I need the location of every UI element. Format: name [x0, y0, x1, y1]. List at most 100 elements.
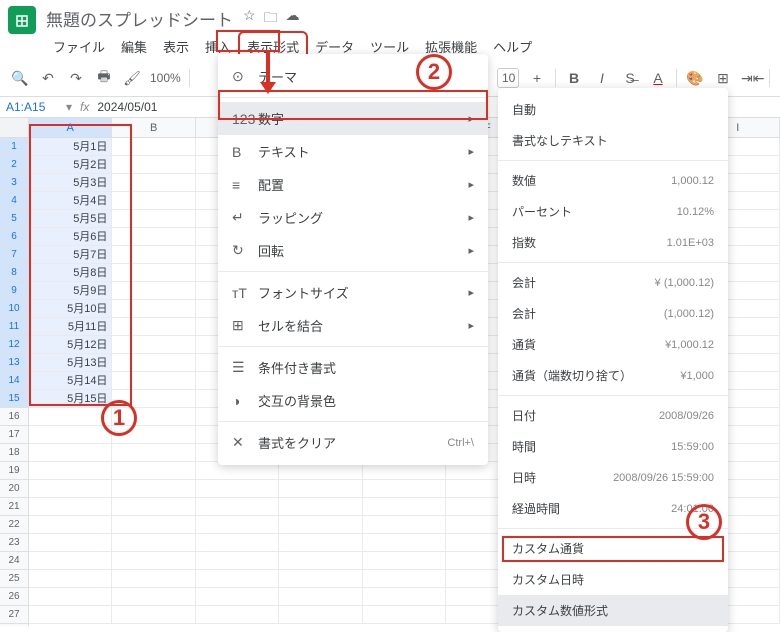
cell[interactable]	[112, 498, 195, 516]
number-menu-item-日時[interactable]: 日時2008/09/26 15:59:00	[498, 462, 728, 493]
fontsize-input[interactable]: 10	[497, 68, 519, 88]
col-header[interactable]: A	[29, 118, 112, 137]
cell[interactable]	[29, 480, 112, 498]
cell[interactable]	[196, 570, 279, 588]
cell[interactable]: 5月5日	[29, 210, 112, 228]
format-menu-item-書式をクリア[interactable]: ✕書式をクリアCtrl+\	[218, 426, 488, 459]
row-header[interactable]: 1	[0, 138, 28, 156]
select-all-corner[interactable]	[0, 118, 28, 138]
italic-icon[interactable]: I	[592, 70, 612, 86]
cell[interactable]	[112, 570, 195, 588]
move-icon[interactable]: 🗀	[264, 7, 278, 31]
menu-ヘルプ[interactable]: ヘルプ	[486, 33, 539, 60]
cell[interactable]	[112, 174, 195, 192]
row-header[interactable]: 21	[0, 498, 28, 516]
row-header[interactable]: 15	[0, 390, 28, 408]
cell[interactable]	[196, 480, 279, 498]
cell[interactable]	[112, 534, 195, 552]
cell[interactable]	[112, 228, 195, 246]
row-header[interactable]: 14	[0, 372, 28, 390]
cell[interactable]: 5月6日	[29, 228, 112, 246]
cell[interactable]	[363, 588, 446, 606]
cell[interactable]	[29, 516, 112, 534]
number-menu-item-パーセント[interactable]: パーセント10.12%	[498, 196, 728, 227]
number-menu-item-通貨（端数切り捨て）[interactable]: 通貨（端数切り捨て）¥1,000	[498, 360, 728, 391]
doc-title[interactable]: 無題のスプレッドシート	[46, 6, 233, 31]
row-header[interactable]: 8	[0, 264, 28, 282]
cell[interactable]	[279, 588, 362, 606]
number-menu-item-時間[interactable]: 時間15:59:00	[498, 431, 728, 462]
format-menu-item-配置[interactable]: ≡配置▸	[218, 168, 488, 201]
row-header[interactable]: 4	[0, 192, 28, 210]
cell[interactable]	[29, 570, 112, 588]
cell[interactable]	[112, 408, 195, 426]
format-menu-item-テーマ[interactable]: ⊙テーマ	[218, 60, 488, 93]
number-menu-item-書式なしテキスト[interactable]: 書式なしテキスト	[498, 125, 728, 156]
cell[interactable]	[279, 480, 362, 498]
number-menu-item-カスタム数値形式[interactable]: カスタム数値形式	[498, 595, 728, 626]
number-menu-item-会計[interactable]: 会計¥ (1,000.12)	[498, 267, 728, 298]
number-menu-item-経過時間[interactable]: 経過時間24:01:00	[498, 493, 728, 524]
row-header[interactable]: 11	[0, 318, 28, 336]
format-menu-item-数字[interactable]: 123数字▸	[218, 102, 488, 135]
cell[interactable]: 5月12日	[29, 336, 112, 354]
cell[interactable]	[112, 300, 195, 318]
cell[interactable]	[29, 408, 112, 426]
cell[interactable]	[363, 498, 446, 516]
cell[interactable]: 5月15日	[29, 390, 112, 408]
row-header[interactable]: 22	[0, 516, 28, 534]
cell[interactable]	[29, 462, 112, 480]
strike-icon[interactable]: S̶	[620, 70, 640, 86]
name-box[interactable]: A1:A15	[6, 100, 66, 114]
cell[interactable]: 5月3日	[29, 174, 112, 192]
cell[interactable]: 5月4日	[29, 192, 112, 210]
cell[interactable]	[29, 498, 112, 516]
format-menu-item-交互の背景色[interactable]: ◑交互の背景色	[218, 384, 488, 417]
cell[interactable]	[363, 480, 446, 498]
cell[interactable]	[279, 498, 362, 516]
redo-icon[interactable]: ↷	[66, 70, 86, 87]
row-header[interactable]: 16	[0, 408, 28, 426]
cell[interactable]	[112, 606, 195, 624]
number-menu-item-自動[interactable]: 自動	[498, 94, 728, 125]
number-menu-item-会計[interactable]: 会計(1,000.12)	[498, 298, 728, 329]
fontsize-plus-icon[interactable]: +	[527, 70, 547, 86]
cell[interactable]	[196, 606, 279, 624]
row-header[interactable]: 6	[0, 228, 28, 246]
cell[interactable]	[112, 552, 195, 570]
cell[interactable]	[112, 354, 195, 372]
cell[interactable]	[112, 192, 195, 210]
row-header[interactable]: 25	[0, 570, 28, 588]
zoom-select[interactable]: 100%	[150, 71, 181, 85]
cell[interactable]	[112, 426, 195, 444]
menu-ファイル[interactable]: ファイル	[46, 33, 112, 60]
cell[interactable]	[112, 318, 195, 336]
cell[interactable]	[112, 138, 195, 156]
bold-icon[interactable]: B	[564, 70, 584, 86]
cell[interactable]	[196, 588, 279, 606]
text-color-icon[interactable]: A	[648, 70, 668, 86]
cell[interactable]	[29, 534, 112, 552]
row-header[interactable]: 2	[0, 156, 28, 174]
row-header[interactable]: 3	[0, 174, 28, 192]
format-menu-item-セルを結合[interactable]: ⊞セルを結合▸	[218, 309, 488, 342]
cell[interactable]	[112, 210, 195, 228]
cell[interactable]	[363, 552, 446, 570]
number-menu-item-日付[interactable]: 日付2008/09/26	[498, 400, 728, 431]
format-menu-item-テキスト[interactable]: Bテキスト▸	[218, 135, 488, 168]
cell[interactable]: 5月8日	[29, 264, 112, 282]
borders-icon[interactable]: ⊞	[713, 70, 733, 87]
cell[interactable]	[196, 516, 279, 534]
cell[interactable]	[363, 516, 446, 534]
cell[interactable]	[196, 498, 279, 516]
cell[interactable]: 5月9日	[29, 282, 112, 300]
print-icon[interactable]: 🖶	[94, 66, 114, 90]
row-header[interactable]: 12	[0, 336, 28, 354]
cell[interactable]: 5月1日	[29, 138, 112, 156]
format-menu-item-ラッピング[interactable]: ↵ラッピング▸	[218, 201, 488, 234]
menu-表示[interactable]: 表示	[156, 33, 196, 60]
row-header[interactable]: 13	[0, 354, 28, 372]
row-header[interactable]: 18	[0, 444, 28, 462]
undo-icon[interactable]: ↶	[38, 70, 58, 87]
merge-icon[interactable]: ⇥⇤	[741, 70, 761, 87]
